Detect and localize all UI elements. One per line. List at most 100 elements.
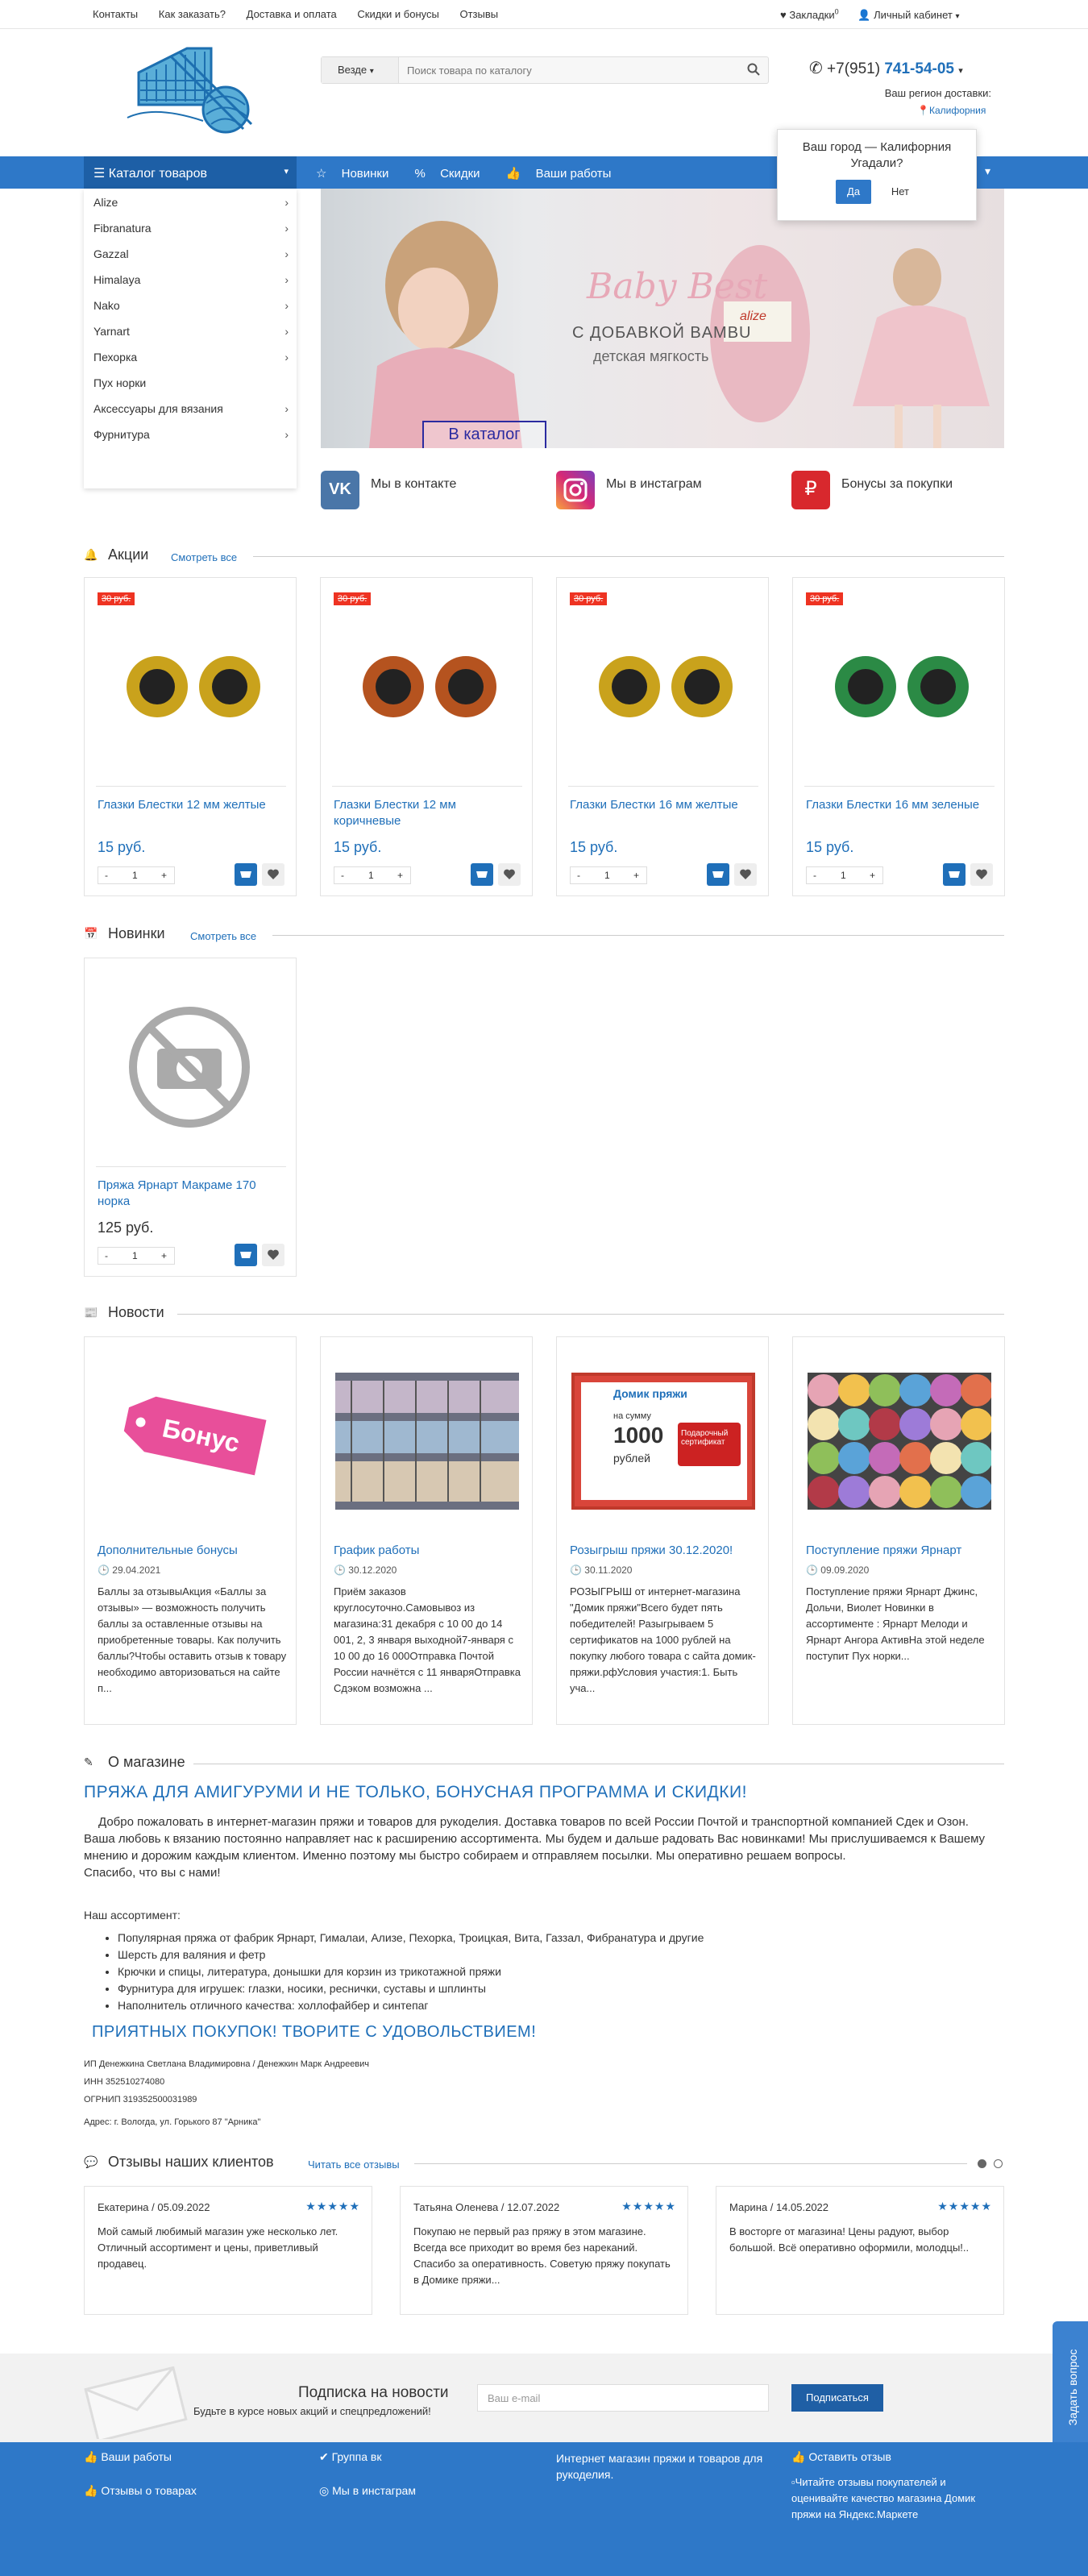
email-field[interactable]: Ваш e-mail: [477, 2384, 769, 2412]
favorite-button[interactable]: [970, 863, 993, 886]
qty-plus[interactable]: +: [397, 870, 403, 881]
quantity-stepper[interactable]: - 1 +: [570, 866, 647, 884]
footer-link-instagram[interactable]: ◎ Мы в инстаграм: [319, 2484, 416, 2498]
catalog-item-gazzal[interactable]: Gazzal ›: [84, 240, 297, 266]
add-to-cart-button[interactable]: [235, 1244, 257, 1266]
city-no-button[interactable]: Нет: [882, 180, 918, 204]
add-to-cart-button[interactable]: [471, 863, 493, 886]
qty-minus[interactable]: -: [341, 870, 344, 881]
catalog-item-pekhorka[interactable]: Пехорка ›: [84, 343, 297, 369]
qty-value[interactable]: 1: [368, 870, 374, 881]
product-card[interactable]: 30 руб. Глазки Блестки 12 мм коричневые …: [320, 577, 533, 896]
news-card[interactable]: График работы 🕒 30.12.2020 Приём заказов…: [320, 1336, 533, 1725]
footer-link-leave-review[interactable]: 👍 Оставить отзыв: [791, 2450, 891, 2464]
qty-value[interactable]: 1: [132, 1250, 138, 1261]
phone-number[interactable]: ✆ +7(951) 741-54-05 ▾: [809, 58, 963, 78]
favorite-button[interactable]: [734, 863, 757, 886]
favorite-button[interactable]: [498, 863, 521, 886]
subscribe-button[interactable]: Подписаться: [791, 2384, 883, 2412]
favorite-button[interactable]: [262, 1244, 284, 1266]
top-links: Контакты Как заказать? Доставка и оплата…: [93, 8, 516, 20]
news-card[interactable]: Домик пряжи на сумму 1000 рублей Подароч…: [556, 1336, 769, 1725]
footer-link-works[interactable]: 👍 Ваши работы: [84, 2450, 172, 2464]
qty-minus[interactable]: -: [813, 870, 816, 881]
news-title[interactable]: Розыгрыш пряжи 30.12.2020!: [570, 1544, 733, 1557]
add-to-cart-button[interactable]: [707, 863, 729, 886]
chevron-down-icon: ▾: [369, 67, 374, 76]
nav-item-discounts[interactable]: % Скидки: [415, 167, 492, 181]
logo[interactable]: [123, 40, 268, 137]
qty-plus[interactable]: +: [161, 1250, 167, 1261]
product-name[interactable]: Глазки Блестки 12 мм коричневые: [334, 797, 524, 829]
catalog-item-nako[interactable]: Nako ›: [84, 292, 297, 318]
slider-dot[interactable]: [994, 2159, 1003, 2168]
news-title[interactable]: Дополнительные бонусы: [98, 1544, 238, 1557]
search-scope-select[interactable]: Везде ▾: [322, 57, 399, 83]
catalog-item-yarnart[interactable]: Yarnart ›: [84, 318, 297, 343]
catalog-item-alize[interactable]: Alize ›: [84, 189, 297, 214]
list-item: Наполнитель отличного качества: холлофай…: [118, 1997, 704, 2014]
news-title[interactable]: График работы: [334, 1544, 419, 1557]
footer-market-link[interactable]: ▫Читайте отзывы покупателей и оценивайте…: [791, 2474, 1001, 2523]
qty-plus[interactable]: +: [633, 870, 639, 881]
top-link-delivery[interactable]: Доставка и оплата: [247, 8, 337, 20]
top-link-contacts[interactable]: Контакты: [93, 8, 138, 20]
top-link-discounts[interactable]: Скидки и бонусы: [357, 8, 438, 20]
product-card[interactable]: 30 руб. Глазки Блестки 16 мм желтые 15 р…: [556, 577, 769, 896]
favorite-button[interactable]: [262, 863, 284, 886]
catalog-item-accessories[interactable]: Аксессуары для вязания ›: [84, 395, 297, 421]
add-to-cart-button[interactable]: [943, 863, 965, 886]
nav-item-new[interactable]: ☆ Новинки: [316, 167, 400, 181]
product-card[interactable]: 30 руб. Глазки Блестки 16 мм зеленые 15 …: [792, 577, 1005, 896]
add-to-cart-button[interactable]: [235, 863, 257, 886]
search-input[interactable]: [402, 57, 725, 83]
product-card[interactable]: 30 руб. Глазки Блестки 12 мм желтые 15 р…: [84, 577, 297, 896]
top-link-how-to-order[interactable]: Как заказать?: [159, 8, 226, 20]
clock-icon: 🕒: [334, 1564, 346, 1576]
slider-dot-active[interactable]: [978, 2159, 986, 2168]
old-price: 30 руб.: [806, 592, 844, 605]
quantity-stepper[interactable]: - 1 +: [334, 866, 411, 884]
search-icon[interactable]: [747, 63, 760, 78]
nav-item-works[interactable]: 👍 Ваши работы: [506, 167, 623, 181]
footer-link-vk[interactable]: ✔ Группа вк: [319, 2450, 381, 2464]
banner-catalog-button[interactable]: В каталог: [422, 421, 546, 448]
ask-question-tab[interactable]: Задать вопрос: [1053, 2321, 1088, 2458]
city-yes-button[interactable]: Да: [836, 180, 872, 204]
nav-items: ☆ Новинки % Скидки 👍 Ваши работы: [316, 166, 633, 181]
qty-value[interactable]: 1: [132, 870, 138, 881]
qty-plus[interactable]: +: [870, 870, 875, 881]
qty-plus[interactable]: +: [161, 870, 167, 881]
product-name[interactable]: Глазки Блестки 16 мм зеленые: [806, 797, 996, 813]
region-city-link[interactable]: 📍Калифорния: [917, 105, 986, 116]
account-link[interactable]: 👤 Личный кабинет ▾: [858, 9, 959, 21]
qty-value[interactable]: 1: [841, 870, 846, 881]
product-name[interactable]: Пряжа Ярнарт Макраме 170 норка: [98, 1178, 288, 1210]
qty-minus[interactable]: -: [577, 870, 580, 881]
bookmarks-link[interactable]: ♥ Закладки0: [780, 8, 839, 21]
product-name[interactable]: Глазки Блестки 16 мм желтые: [570, 797, 760, 813]
quantity-stepper[interactable]: - 1 +: [98, 866, 175, 884]
hero-banner[interactable]: Baby Best С ДОБАВКОЙ BAMBU детская мягко…: [321, 189, 1004, 448]
qty-value[interactable]: 1: [604, 870, 610, 881]
sales-see-all-link[interactable]: Смотреть все: [171, 551, 237, 563]
nav-more-chevron[interactable]: ▾: [985, 164, 990, 178]
news-title[interactable]: Поступление пряжи Ярнарт: [806, 1544, 961, 1557]
catalog-item-fibranatura[interactable]: Fibranatura ›: [84, 214, 297, 240]
quantity-stepper[interactable]: - 1 +: [98, 1247, 175, 1265]
product-card[interactable]: Пряжа Ярнарт Макраме 170 норка 125 руб. …: [84, 958, 297, 1277]
catalog-item-mink-down[interactable]: Пух норки: [84, 369, 297, 395]
quantity-stepper[interactable]: - 1 +: [806, 866, 883, 884]
reviews-read-all-link[interactable]: Читать все отзывы: [308, 2158, 400, 2171]
top-link-reviews[interactable]: Отзывы: [459, 8, 498, 20]
catalog-item-furniture[interactable]: Фурнитура ›: [84, 421, 297, 447]
news-card[interactable]: Поступление пряжи Ярнарт 🕒 09.09.2020 По…: [792, 1336, 1005, 1725]
catalog-item-himalaya[interactable]: Himalaya ›: [84, 266, 297, 292]
news-card[interactable]: Бонус Дополнительные бонусы 🕒 29.04.2021…: [84, 1336, 297, 1725]
new-see-all-link[interactable]: Смотреть все: [190, 930, 256, 942]
catalog-button[interactable]: ☰ Каталог товаров ▾: [84, 156, 297, 189]
product-name[interactable]: Глазки Блестки 12 мм желтые: [98, 797, 288, 813]
qty-minus[interactable]: -: [105, 1250, 108, 1261]
footer-link-reviews[interactable]: 👍 Отзывы о товарах: [84, 2484, 197, 2498]
qty-minus[interactable]: -: [105, 870, 108, 881]
